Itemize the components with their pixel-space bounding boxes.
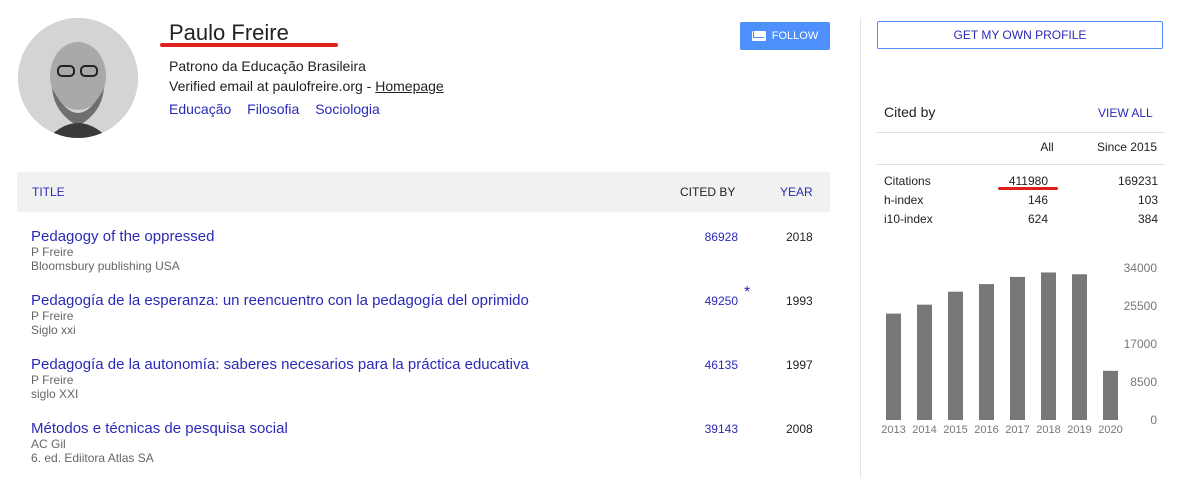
chart-bar-2013[interactable] [886, 313, 901, 420]
chart-x-tick-label: 2019 [1067, 424, 1091, 436]
publication-venue: siglo XXI [31, 387, 79, 401]
chart-x-tick-label: 2017 [1005, 424, 1029, 436]
follow-button[interactable]: FOLLOW [740, 22, 830, 50]
stats-label: i10-index [884, 212, 933, 226]
chart-y-tick-label: 34000 [1124, 261, 1158, 275]
view-all-link[interactable]: VIEW ALL [1098, 106, 1153, 120]
citations-highlight-underline [998, 187, 1058, 190]
email-text: Verified email at paulofreire.org - [169, 78, 376, 94]
publication-year: 1997 [786, 358, 813, 372]
merged-citations-star[interactable]: * [744, 284, 750, 302]
chart-bar-2014[interactable] [917, 304, 932, 420]
stats-label: h-index [884, 193, 924, 207]
chart-y-tick-label: 25500 [1124, 299, 1158, 313]
chart-bar-2018[interactable] [1041, 272, 1056, 420]
sort-by-year[interactable]: YEAR [780, 185, 813, 199]
interest-link-educacao[interactable]: Educação [169, 101, 231, 117]
chart-x-tick-label: 2020 [1098, 424, 1122, 436]
stats-header-all: All [1040, 140, 1054, 154]
chart-y-tick-label: 8500 [1130, 375, 1157, 389]
chart-x-tick-label: 2015 [943, 424, 967, 436]
stats-value-since: 169231 [1117, 174, 1158, 188]
publication-authors: P Freire [31, 309, 74, 323]
homepage-link[interactable]: Homepage [375, 78, 444, 94]
cited-by-count[interactable]: 46135 [702, 358, 738, 372]
publication-venue: 6. ed. Ediitora Atlas SA [31, 451, 154, 465]
interest-link-filosofia[interactable]: Filosofia [247, 101, 299, 117]
chart-x-tick-label: 2014 [912, 424, 936, 436]
sort-by-title[interactable]: TITLE [32, 185, 65, 199]
column-divider [860, 18, 861, 478]
interest-link-sociologia[interactable]: Sociologia [315, 101, 380, 117]
table-row: Pedagogy of the oppressed P Freire Bloom… [31, 228, 831, 273]
chart-x-tick-label: 2018 [1036, 424, 1060, 436]
chart-bar-2015[interactable] [948, 291, 963, 420]
stats-value-all: 146 [1027, 193, 1048, 207]
citations-per-year-chart: 2013 2014 2015 2016 2017 2018 2019 2020 34000 255… [881, 261, 1158, 436]
chart-bar-2017[interactable] [1010, 276, 1025, 420]
publication-venue: Bloomsbury publishing USA [31, 259, 180, 273]
chart-bar-2019[interactable] [1072, 274, 1087, 420]
divider [877, 132, 1165, 133]
mail-icon [751, 31, 766, 41]
chart-y-tick-label: 17000 [1124, 337, 1158, 351]
publication-year: 1993 [786, 294, 813, 308]
stats-value-all: 624 [1027, 212, 1048, 226]
stats-value-all: 411980 [1008, 174, 1048, 188]
stats-value-since: 103 [1137, 193, 1158, 207]
publication-authors: P Freire [31, 245, 74, 259]
table-row: Pedagogía de la autonomía: saberes neces… [31, 356, 831, 401]
publication-authors: AC Gil [31, 437, 66, 451]
cited-by-count[interactable]: 39143 [702, 422, 738, 436]
stats-header-since: Since 2015 [1096, 140, 1157, 154]
profile-avatar [18, 18, 138, 138]
get-my-own-profile-button[interactable]: GET MY OWN PROFILE [877, 21, 1163, 49]
cited-by-count[interactable]: 86928 [702, 230, 738, 244]
chart-bar-2016[interactable] [979, 284, 994, 420]
profile-affiliation: Patrono da Educação Brasileira [169, 58, 366, 74]
publication-year: 2008 [786, 422, 813, 436]
divider [877, 164, 1165, 165]
cited-by-count[interactable]: 49250 [702, 294, 738, 308]
chart-y-tick-label: 0 [1150, 413, 1157, 427]
publication-authors: P Freire [31, 373, 74, 387]
profile-interests: Educação Filosofia Sociologia [169, 101, 392, 117]
publication-venue: Siglo xxi [31, 323, 76, 337]
stats-row-h-index: h-index 146 103 [884, 193, 1158, 211]
stats-label: Citations [884, 174, 931, 188]
follow-label: FOLLOW [771, 30, 819, 42]
chart-bar-2020[interactable] [1103, 370, 1118, 420]
stats-row-i10-index: i10-index 624 384 [884, 212, 1158, 230]
chart-x-tick-label: 2013 [881, 424, 905, 436]
profile-email: Verified email at paulofreire.org - Home… [169, 78, 444, 94]
chart-x-tick-label: 2016 [974, 424, 998, 436]
stats-value-since: 384 [1137, 212, 1158, 226]
avatar-photo [18, 18, 138, 138]
table-row: Pedagogía de la esperanza: un reencuentr… [31, 284, 831, 337]
cited-by-heading: Cited by [884, 104, 936, 120]
sort-by-cited[interactable]: CITED BY [680, 185, 735, 199]
publications-table-header: TITLE CITED BY YEAR [17, 172, 830, 212]
name-highlight-underline [160, 43, 338, 47]
publication-year: 2018 [786, 230, 813, 244]
table-row: Métodos e técnicas de pesquisa social AC… [31, 420, 831, 465]
